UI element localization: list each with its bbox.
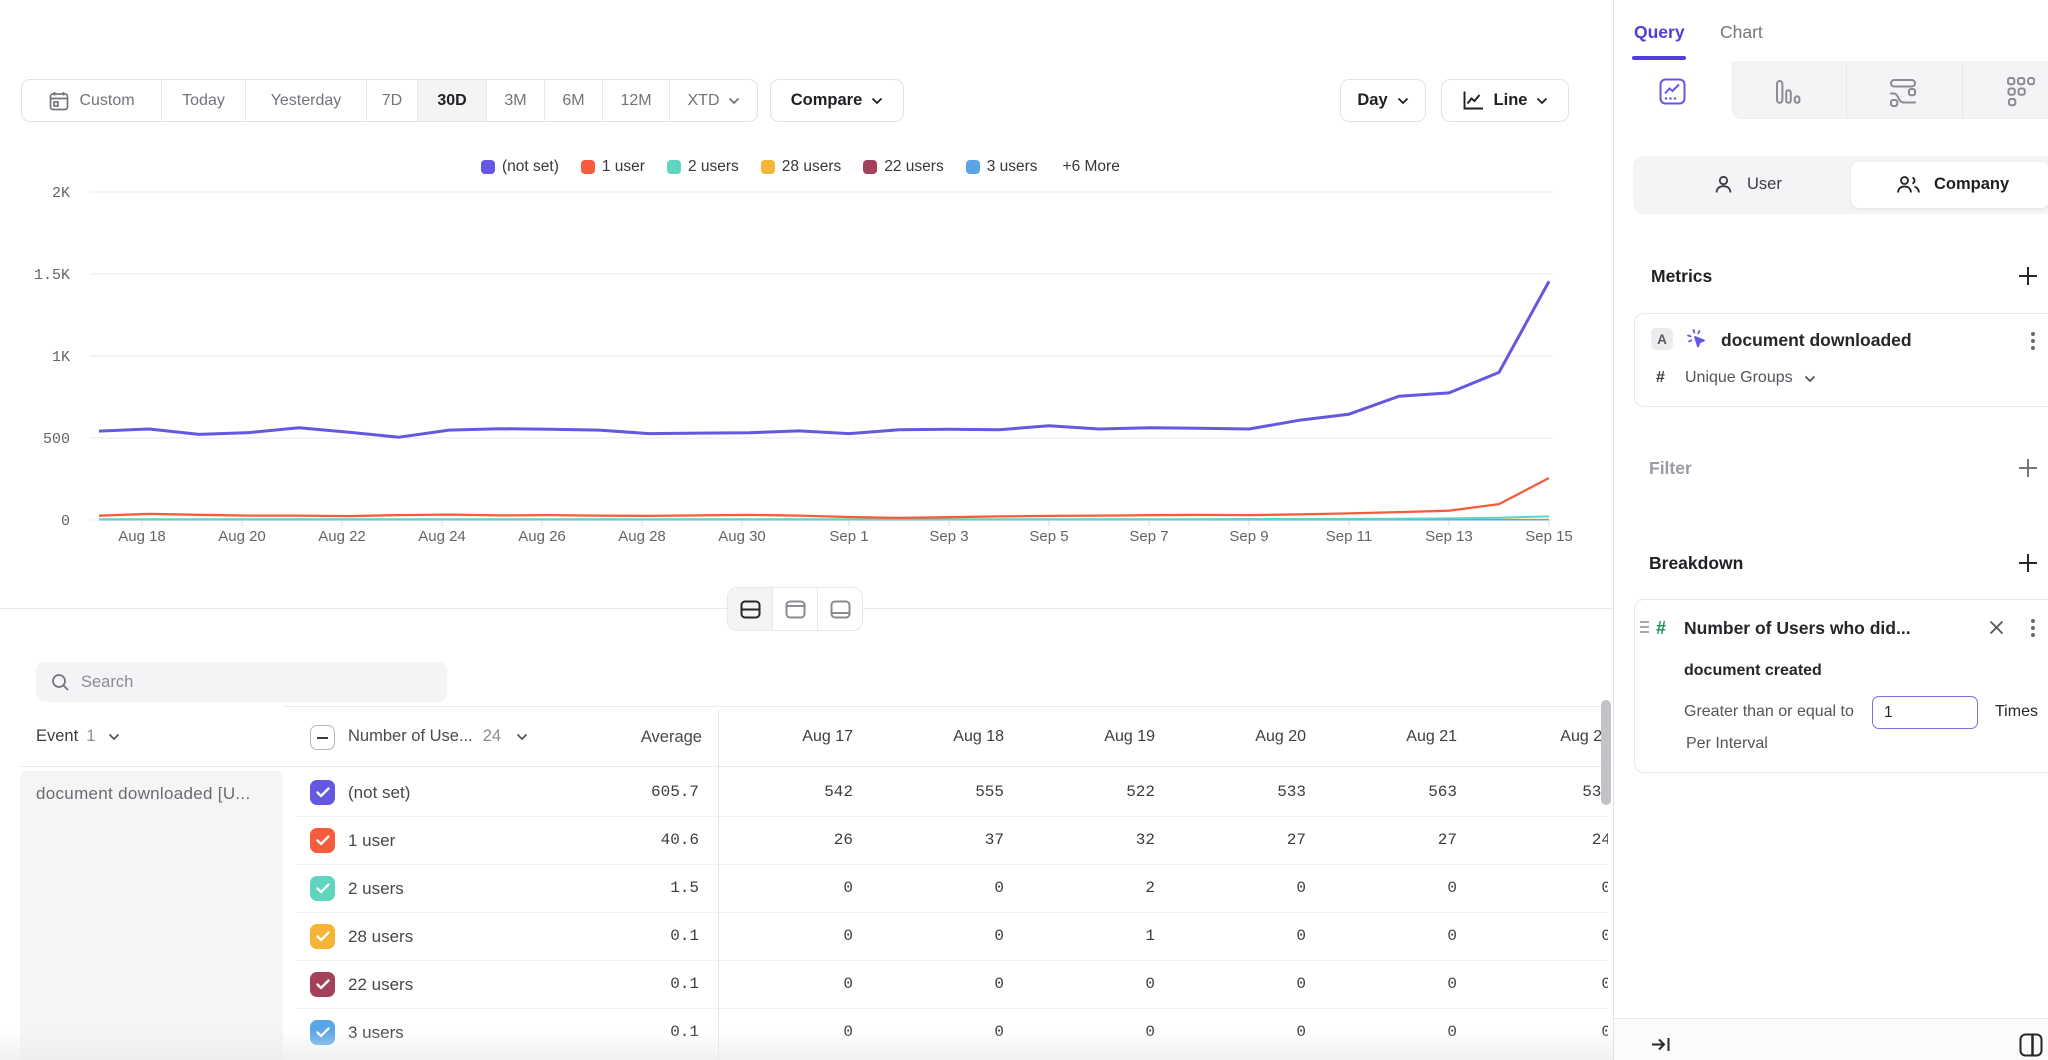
svg-text:Sep 7: Sep 7 [1129,528,1168,545]
svg-text:Sep 9: Sep 9 [1229,528,1268,545]
svg-text:Sep 5: Sep 5 [1029,528,1068,545]
svg-text:Aug 24: Aug 24 [418,528,466,545]
svg-text:Sep 13: Sep 13 [1425,528,1473,545]
svg-text:Aug 28: Aug 28 [618,528,666,545]
svg-text:Aug 18: Aug 18 [118,528,166,545]
svg-text:1.5K: 1.5K [34,267,70,284]
svg-text:Sep 15: Sep 15 [1525,528,1573,545]
svg-text:Sep 3: Sep 3 [929,528,968,545]
svg-text:500: 500 [43,431,70,448]
svg-text:1K: 1K [52,349,70,366]
svg-text:0: 0 [61,513,70,530]
svg-text:2K: 2K [52,185,70,202]
svg-text:Sep 11: Sep 11 [1326,528,1372,545]
svg-text:Aug 22: Aug 22 [318,528,366,545]
svg-text:Aug 26: Aug 26 [518,528,566,545]
svg-text:Aug 30: Aug 30 [718,528,766,545]
svg-text:Aug 20: Aug 20 [218,528,266,545]
svg-text:Sep 1: Sep 1 [829,528,868,545]
